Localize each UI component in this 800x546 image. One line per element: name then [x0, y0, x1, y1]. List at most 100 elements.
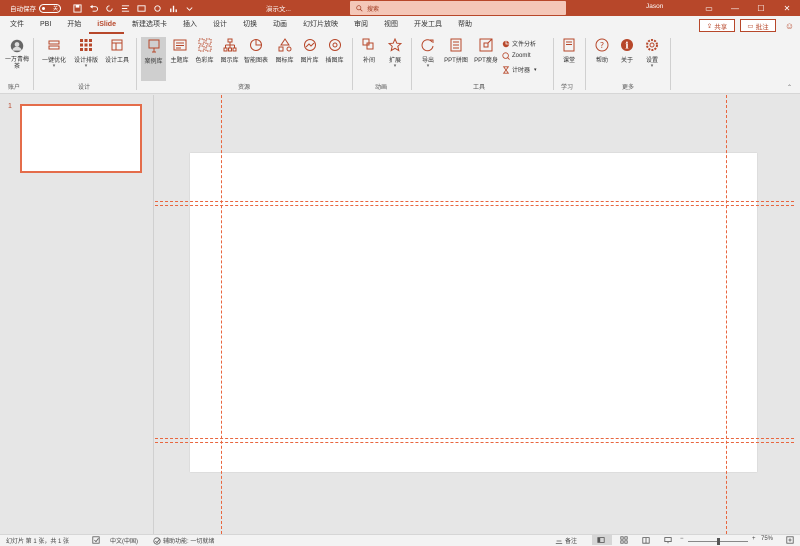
slide-thumbnail[interactable]	[20, 104, 142, 173]
search-box[interactable]: 搜索	[350, 1, 566, 15]
maximize-icon[interactable]: ☐	[748, 0, 774, 16]
format-painter-icon[interactable]	[119, 2, 131, 14]
chevron-down-icon: ▾	[534, 66, 537, 73]
horizontal-guide[interactable]	[155, 438, 794, 439]
case-library-button[interactable]: 案例库	[141, 37, 166, 81]
autosave-toggle[interactable]: 关	[39, 3, 61, 13]
ppt-collage-button[interactable]: PPT拼图	[442, 34, 470, 64]
search-placeholder: 搜索	[367, 6, 380, 13]
title-bar: 自动保存 关 演示文... 搜索 Jason ▭ — ☐ ✕	[0, 0, 800, 16]
zoom-slider-handle[interactable]	[716, 538, 720, 545]
chart-icon[interactable]	[167, 2, 179, 14]
ribbon-display-icon[interactable]: ▭	[696, 0, 722, 16]
account-button[interactable]: 一万青梅茶	[4, 34, 30, 71]
horizontal-guide[interactable]	[155, 442, 794, 443]
diagram-library-button[interactable]: 图示库	[217, 34, 242, 64]
spelling-icon[interactable]	[92, 536, 102, 544]
help-button[interactable]: ? 帮助	[590, 34, 614, 64]
tab-file[interactable]: 文件	[2, 16, 32, 34]
accessibility-icon	[153, 536, 161, 545]
hourglass-icon	[502, 65, 510, 74]
customize-toolbar-icon[interactable]	[183, 2, 195, 14]
share-icon: ⇪	[706, 22, 713, 30]
tab-developer[interactable]: 开发工具	[406, 16, 450, 34]
zoom-out-button[interactable]: −	[680, 536, 684, 542]
minimize-icon[interactable]: —	[722, 0, 748, 16]
zoomit-icon	[502, 52, 510, 60]
touch-mode-icon[interactable]	[151, 2, 163, 14]
share-button[interactable]: ⇪ 共享	[699, 19, 735, 32]
classroom-button[interactable]: 课堂	[557, 34, 581, 64]
save-icon[interactable]	[71, 2, 83, 14]
timer-button[interactable]: 计时器 ▾	[502, 65, 537, 74]
close-icon[interactable]: ✕	[774, 0, 800, 16]
language-indicator[interactable]: 中文(中国)	[110, 536, 138, 545]
feedback-smiley-icon[interactable]: ☺	[783, 19, 796, 32]
tab-animations[interactable]: 动画	[265, 16, 295, 34]
zoomit-button[interactable]: ZoomIt	[502, 52, 531, 60]
group-label-learn: 学习	[561, 85, 574, 91]
smart-chart-icon	[248, 37, 264, 53]
tab-insert[interactable]: 插入	[175, 16, 205, 34]
tab-islide[interactable]: iSlide	[89, 16, 124, 34]
settings-button[interactable]: 设置 ▾	[640, 34, 664, 69]
fit-to-window-icon[interactable]	[786, 536, 796, 544]
tab-design[interactable]: 设计	[205, 16, 235, 34]
slideshow-view-button[interactable]	[664, 536, 674, 544]
undo-icon[interactable]	[87, 2, 99, 14]
tab-new-tab[interactable]: 新建选项卡	[124, 16, 175, 34]
horizontal-guide[interactable]	[155, 205, 794, 206]
zoom-level[interactable]: 75%	[761, 536, 773, 542]
comments-button[interactable]: ▭ 批注	[740, 19, 776, 32]
extend-button[interactable]: 扩展 ▾	[383, 34, 407, 69]
design-tools-button[interactable]: 设计工具	[102, 34, 132, 64]
notes-button[interactable]: 备注	[555, 536, 577, 545]
color-library-button[interactable]: 色彩库	[192, 34, 217, 64]
normal-view-button[interactable]	[592, 535, 612, 545]
design-layout-button[interactable]: 设计排版 ▾	[70, 34, 102, 69]
design-layout-icon	[78, 37, 94, 53]
svg-text:?: ?	[600, 41, 604, 50]
reading-view-button[interactable]	[642, 536, 652, 544]
avatar	[8, 37, 26, 55]
tab-home[interactable]: 开始	[59, 16, 89, 34]
start-slideshow-icon[interactable]	[135, 2, 147, 14]
tab-slideshow[interactable]: 幻灯片放映	[295, 16, 346, 34]
group-label-tools: 工具	[473, 85, 486, 91]
search-icon	[356, 4, 363, 12]
icon-library-icon	[277, 37, 293, 53]
collapse-ribbon-icon[interactable]: ⌃	[787, 84, 792, 91]
zoom-in-button[interactable]: +	[752, 536, 756, 542]
vertical-guide[interactable]	[221, 95, 222, 534]
tab-view[interactable]: 视图	[376, 16, 406, 34]
image-library-button[interactable]: 图片库	[297, 34, 322, 64]
tab-review[interactable]: 审阅	[346, 16, 376, 34]
tab-transitions[interactable]: 切换	[235, 16, 265, 34]
slide-sorter-button[interactable]	[620, 536, 630, 544]
file-analysis-button[interactable]: 文件分析	[502, 39, 536, 48]
export-button[interactable]: 导出 ▾	[416, 34, 440, 69]
ppt-slim-button[interactable]: PPT瘦身	[472, 34, 500, 64]
one-click-optimize-button[interactable]: 一键优化 ▾	[38, 34, 70, 69]
tween-button[interactable]: 补间	[357, 34, 381, 64]
image-library-icon	[302, 37, 318, 53]
vertical-guide[interactable]	[726, 95, 727, 534]
redo-icon[interactable]	[103, 2, 115, 14]
illustration-library-button[interactable]: 插图库	[322, 34, 347, 64]
document-title[interactable]: 演示文...	[266, 3, 291, 13]
smart-chart-button[interactable]: 智能图表	[242, 34, 270, 64]
about-button[interactable]: i 关于	[615, 34, 639, 64]
comment-icon: ▭	[747, 22, 754, 30]
export-icon	[420, 37, 436, 53]
one-click-optimize-icon	[46, 37, 62, 53]
reading-view-icon	[642, 537, 650, 544]
tab-help[interactable]: 帮助	[450, 16, 480, 34]
theme-library-button[interactable]: 主题库	[167, 34, 192, 64]
horizontal-guide[interactable]	[155, 201, 794, 202]
icon-library-button[interactable]: 图标库	[272, 34, 297, 64]
slide-number: 1	[8, 103, 12, 110]
accessibility-status[interactable]: 辅助功能: 一切就绪	[153, 536, 214, 545]
user-name[interactable]: Jason	[646, 3, 663, 10]
tab-pbi[interactable]: PBI	[32, 16, 59, 34]
color-library-icon	[197, 37, 213, 53]
